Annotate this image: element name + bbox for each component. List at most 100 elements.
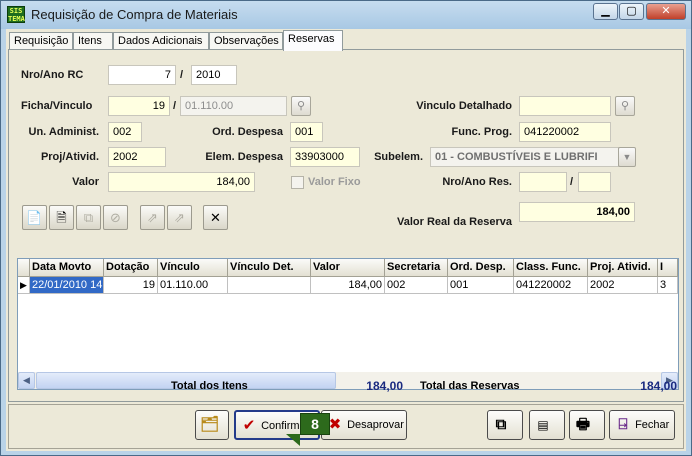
nro-rc-field[interactable]: 7 bbox=[108, 65, 176, 85]
table-cell[interactable] bbox=[228, 277, 311, 294]
copy-document-button[interactable]: ⧉ bbox=[487, 410, 523, 440]
window-title: Requisição de Compra de Materiais bbox=[31, 7, 238, 22]
col-valor[interactable]: Valor bbox=[311, 259, 385, 277]
ficha-vinculo-label: Ficha/Vinculo bbox=[21, 100, 93, 112]
table-cell[interactable]: 002 bbox=[385, 277, 448, 294]
print-button[interactable]: 🖶 bbox=[569, 410, 605, 440]
fechar-button[interactable]: ⍈ Fechar bbox=[609, 410, 675, 440]
nro-res-field[interactable] bbox=[519, 172, 567, 192]
reservas-panel: Nro/Ano RC 7 / 2010 Ficha/Vinculo 19 / 0… bbox=[8, 49, 684, 402]
copy-icon: ⧉ bbox=[83, 210, 94, 225]
total-reservas-label: Total das Reservas bbox=[420, 380, 520, 392]
table-cell[interactable]: 184,00 bbox=[311, 277, 385, 294]
desaprovar-label: Desaprovar bbox=[347, 419, 404, 431]
tab-itens[interactable]: Itens bbox=[73, 32, 113, 50]
vinculo-detalhado-field[interactable] bbox=[519, 96, 611, 116]
maximize-button[interactable]: ▢ bbox=[619, 3, 644, 20]
valor-label: Valor bbox=[72, 176, 99, 188]
proj-ativid-label: Proj/Ativid. bbox=[40, 151, 99, 163]
copy-item-button[interactable]: ⧉ bbox=[76, 205, 101, 230]
tab-observacoes[interactable]: Observações bbox=[209, 32, 283, 50]
chevron-down-icon[interactable]: ▼ bbox=[618, 147, 636, 167]
folder-arrow-icon: ⇗ bbox=[174, 210, 185, 225]
checkmark-icon: ✔ bbox=[242, 417, 256, 434]
col-secretaria[interactable]: Secretaria bbox=[385, 259, 448, 277]
cancel-circle-icon: ⊘ bbox=[110, 210, 121, 225]
grid-indicator-header bbox=[18, 259, 30, 277]
ano-res-field[interactable] bbox=[578, 172, 611, 192]
valor-fixo-label: Valor Fixo bbox=[308, 176, 361, 188]
table-cell[interactable]: 19 bbox=[104, 277, 158, 294]
col-ord-desp[interactable]: Ord. Desp. bbox=[448, 259, 514, 277]
col-proj-ativid[interactable]: Proj. Ativid. bbox=[588, 259, 658, 277]
table-cell[interactable]: 001 bbox=[448, 277, 514, 294]
un-administ-field[interactable]: 002 bbox=[108, 122, 142, 142]
total-itens-value: 184,00 bbox=[366, 379, 403, 393]
title-bar[interactable]: SIS TEMA Requisição de Compra de Materiai… bbox=[1, 1, 691, 29]
valor-fixo-checkbox[interactable] bbox=[291, 176, 304, 189]
un-administ-label: Un. Administ. bbox=[28, 126, 99, 138]
scroll-left-icon[interactable]: ◀ bbox=[18, 372, 35, 389]
res-slash: / bbox=[570, 176, 574, 188]
valor-field[interactable]: 184,00 bbox=[108, 172, 255, 192]
vinculo-lookup-button[interactable]: ⚲ bbox=[291, 96, 311, 116]
close-button[interactable]: ✕ bbox=[646, 3, 686, 20]
col-vinculo[interactable]: Vínculo bbox=[158, 259, 228, 277]
bottom-button-bar: 🗂 ✔ Confirmar ✖ Desaprovar ⧉ ▤ 🖶 ⍈ Fecha… bbox=[8, 404, 684, 449]
edit-document-icon: 🗎 bbox=[56, 210, 67, 225]
tab-dados-adicionais[interactable]: Dados Adicionais bbox=[113, 32, 209, 50]
client-area: Requisição Itens Dados Adicionais Observ… bbox=[6, 29, 686, 451]
link-icon: ⚲ bbox=[620, 100, 630, 112]
table-cell[interactable]: 2002 bbox=[588, 277, 658, 294]
fechar-label: Fechar bbox=[635, 419, 670, 431]
new-document-icon: 📄 bbox=[26, 210, 43, 225]
preview-document-icon: ▤ bbox=[537, 418, 549, 432]
edit-item-button[interactable]: 🗎 bbox=[49, 205, 74, 230]
subelem-label: Subelem. bbox=[374, 151, 423, 163]
reservas-grid[interactable]: Data Movto Dotação Vínculo Vínculo Det. … bbox=[17, 258, 679, 390]
total-reservas-value: 184,00 bbox=[640, 379, 677, 393]
tab-requisicao[interactable]: Requisição bbox=[9, 32, 73, 50]
valor-real-label: Valor Real da Reserva bbox=[397, 216, 512, 228]
tab-reservas[interactable]: Reservas bbox=[283, 30, 343, 51]
ano-rc-field[interactable]: 2010 bbox=[191, 65, 237, 85]
desaprovar-button[interactable]: ✖ Desaprovar bbox=[321, 410, 407, 440]
subelem-select[interactable]: 01 - COMBUSTÍVEIS E LUBRIFI bbox=[430, 147, 619, 167]
copy-pages-icon: ⧉ bbox=[495, 416, 507, 433]
col-data-movto[interactable]: Data Movto bbox=[30, 259, 104, 277]
elem-despesa-field[interactable]: 33903000 bbox=[290, 147, 360, 167]
table-cell[interactable]: 22/01/2010 14 bbox=[30, 277, 104, 294]
valor-real-field[interactable]: 184,00 bbox=[519, 202, 635, 222]
table-cell[interactable]: 041220002 bbox=[514, 277, 588, 294]
vinculo-detalhado-lookup-button[interactable]: ⚲ bbox=[615, 96, 635, 116]
elem-despesa-label: Elem. Despesa bbox=[205, 151, 283, 163]
col-vinculo-det[interactable]: Vínculo Det. bbox=[228, 259, 311, 277]
ord-despesa-field[interactable]: 001 bbox=[290, 122, 323, 142]
ficha-field[interactable]: 19 bbox=[108, 96, 170, 116]
link-icon: ⚲ bbox=[296, 100, 306, 112]
proj-ativid-field[interactable]: 2002 bbox=[108, 147, 166, 167]
vinculo-field[interactable]: 01.110.00 bbox=[180, 96, 287, 116]
col-extra[interactable]: I bbox=[658, 259, 678, 277]
minimize-button[interactable]: ▁ bbox=[593, 3, 618, 20]
callout-pointer bbox=[286, 434, 300, 446]
app-logo-icon: SIS TEMA bbox=[7, 6, 25, 23]
table-cell[interactable]: 3 bbox=[658, 277, 678, 294]
col-dotacao[interactable]: Dotação bbox=[104, 259, 158, 277]
delete-button[interactable]: ✕ bbox=[203, 205, 228, 230]
preview-button[interactable]: ▤ bbox=[529, 410, 565, 440]
close-icon: ✕ bbox=[210, 210, 221, 225]
table-cell[interactable]: 01.110.00 bbox=[158, 277, 228, 294]
report-button[interactable]: 🗂 bbox=[195, 410, 229, 440]
export-button[interactable]: ⇗ bbox=[140, 205, 165, 230]
row-indicator-icon: ▶ bbox=[18, 277, 30, 294]
cancel-item-button[interactable]: ⊘ bbox=[103, 205, 128, 230]
import-button[interactable]: ⇗ bbox=[167, 205, 192, 230]
col-class-func[interactable]: Class. Func. bbox=[514, 259, 588, 277]
main-window: SIS TEMA Requisição de Compra de Materiai… bbox=[0, 0, 692, 456]
ord-despesa-label: Ord. Despesa bbox=[212, 126, 283, 138]
func-prog-field[interactable]: 041220002 bbox=[519, 122, 611, 142]
new-item-button[interactable]: 📄 bbox=[22, 205, 47, 230]
folder-open-icon: ⇗ bbox=[147, 210, 158, 225]
ficha-slash: / bbox=[173, 100, 177, 112]
